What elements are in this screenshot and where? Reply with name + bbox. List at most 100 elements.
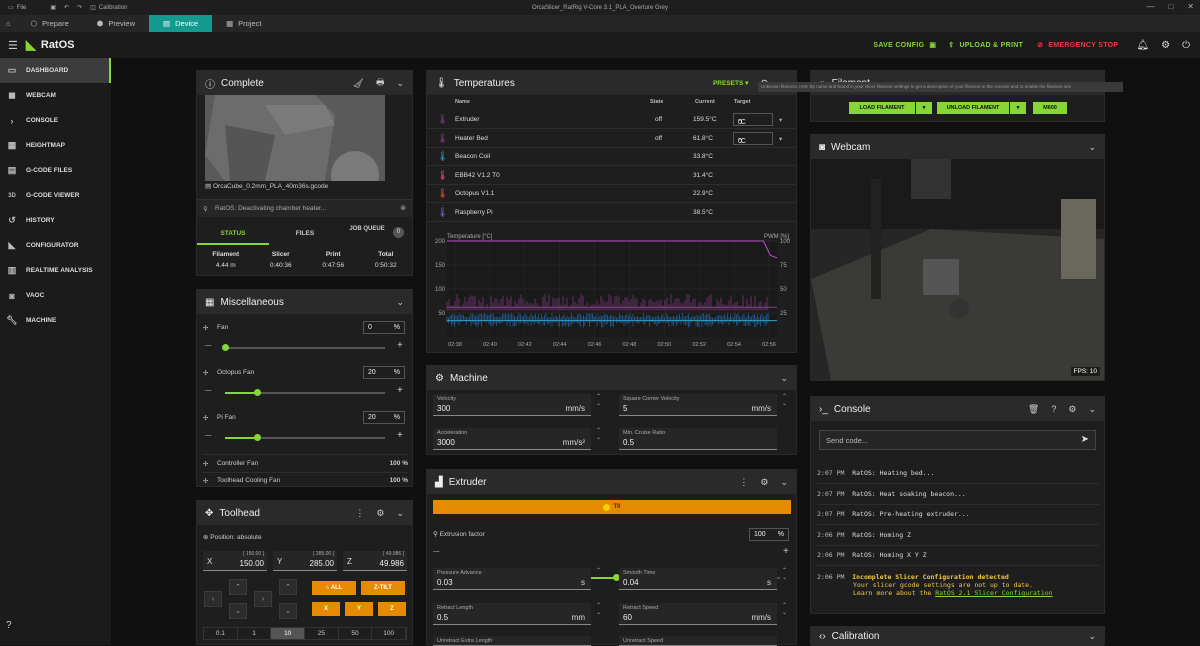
- step-size-option[interactable]: 10: [271, 628, 305, 639]
- rs-stepper[interactable]: ⌃ ⌄: [782, 603, 787, 617]
- step-size-option[interactable]: 100: [372, 628, 406, 639]
- upload-print-button[interactable]: ⇪ UPLOAD & PRINT: [948, 41, 1023, 49]
- step-size-option[interactable]: 0.1: [204, 628, 238, 639]
- chevron-down-icon[interactable]: ⌄: [780, 373, 788, 384]
- emergency-stop-button[interactable]: ⊘ EMERGENCY STOP: [1037, 41, 1118, 49]
- home-z-button[interactable]: Z: [378, 602, 406, 616]
- fan-value-input[interactable]: 20%: [363, 411, 405, 424]
- chevron-down-icon[interactable]: ⌄: [780, 477, 788, 488]
- maximize-icon[interactable]: □: [1168, 2, 1173, 11]
- step-size-option[interactable]: 50: [339, 628, 373, 639]
- chevron-down-icon[interactable]: ⌄: [396, 508, 404, 519]
- extrusion-factor-input[interactable]: 100%: [749, 528, 789, 541]
- trash-icon[interactable]: 🗑︎: [1028, 404, 1039, 415]
- presets-button[interactable]: PRESETS ▾: [713, 79, 748, 87]
- close-icon[interactable]: ✕: [1187, 2, 1194, 11]
- save-config-button[interactable]: SAVE CONFIG ▣: [873, 41, 936, 49]
- settings-icon[interactable]: ⚙: [760, 477, 768, 488]
- tab-device[interactable]: ▤ Device: [149, 15, 212, 32]
- more-vert-icon[interactable]: ⋮: [739, 477, 748, 488]
- jog-x-right-button[interactable]: ›: [254, 591, 272, 607]
- sidebar-item-dashboard[interactable]: ▭ DASHBOARD: [0, 58, 111, 83]
- retract-speed-field[interactable]: Retract Speed 60 mm/s: [619, 603, 777, 625]
- jog-y-down-button[interactable]: ⌄: [229, 603, 247, 619]
- printer-icon[interactable]: 🖶: [376, 75, 385, 91]
- dismiss-icon[interactable]: ⊗: [400, 204, 406, 212]
- tab-project[interactable]: ▦ Project: [212, 15, 275, 32]
- sidebar-item-heightmap[interactable]: ▦ HEIGHTMAP: [0, 133, 111, 158]
- smooth-time-field[interactable]: Smooth Time 0.04 s: [619, 568, 777, 590]
- tab-job-queue[interactable]: JOB QUEUE: [347, 223, 387, 245]
- fan-value-input[interactable]: 0%: [363, 321, 405, 334]
- home-icon[interactable]: ⌂: [0, 15, 17, 32]
- sidebar-item-gcode-files[interactable]: ▤ G-CODE FILES: [0, 158, 111, 183]
- step-size-option[interactable]: 25: [305, 628, 339, 639]
- settings-icon[interactable]: ⚙: [376, 508, 384, 519]
- fan-slider[interactable]: [225, 347, 385, 349]
- chevron-down-icon[interactable]: ⌄: [396, 78, 404, 89]
- chevron-down-icon[interactable]: ⌄: [1088, 631, 1096, 642]
- caret-down-icon[interactable]: ▾: [779, 116, 782, 124]
- undo-icon[interactable]: ↶: [64, 4, 69, 11]
- slicer-config-link[interactable]: RatOS 2.1 Slicer Configuration: [935, 589, 1052, 597]
- unload-filament-button[interactable]: UNLOAD FILAMENT: [937, 102, 1009, 114]
- tool-t0-button[interactable]: T0: [433, 500, 791, 514]
- st-stepper[interactable]: ⌃ ⌄: [782, 568, 787, 582]
- min-cruise-ratio-field[interactable]: Min. Cruise Ratio 0.5: [619, 428, 777, 450]
- ztilt-button[interactable]: Z-TILT: [361, 581, 405, 595]
- acceleration-field[interactable]: Acceleration 3000 mm/s²: [433, 428, 591, 450]
- scv-stepper[interactable]: ⌃ ⌄: [782, 394, 787, 408]
- pressure-advance-field[interactable]: Pressure Advance 0.03 s: [433, 568, 591, 590]
- fan-value-input[interactable]: 20%: [363, 366, 405, 379]
- target-temp-input[interactable]: 0 °C: [733, 113, 773, 126]
- more-vert-icon[interactable]: ⋮: [355, 508, 364, 519]
- velocity-stepper[interactable]: ⌃ ⌄: [596, 394, 601, 408]
- settings-icon[interactable]: ⚙: [1161, 40, 1170, 51]
- pa-stepper[interactable]: ⌃ ⌄: [596, 568, 601, 582]
- position-y-field[interactable]: Y[ 285.00 ] 285.00: [273, 551, 337, 571]
- increase-icon[interactable]: +: [397, 430, 403, 441]
- file-menu[interactable]: ▭ File: [8, 4, 26, 11]
- tab-files[interactable]: FILES: [269, 223, 341, 245]
- redo-icon[interactable]: ↷: [77, 4, 82, 11]
- help-icon[interactable]: ?: [6, 620, 12, 631]
- retract-length-field[interactable]: Retract Length 0.5 mm: [433, 603, 591, 625]
- increase-icon[interactable]: +: [783, 546, 789, 557]
- menu-icon[interactable]: ☰: [8, 39, 18, 52]
- position-z-field[interactable]: Z[ 49.986 ] 49.986: [343, 551, 407, 571]
- console-input[interactable]: Send code... ➤: [819, 430, 1096, 450]
- help-icon[interactable]: ?: [1051, 404, 1056, 414]
- send-icon[interactable]: ➤: [1081, 434, 1089, 445]
- jog-y-up-button[interactable]: ⌃: [229, 579, 247, 595]
- increase-icon[interactable]: +: [397, 385, 403, 396]
- acceleration-stepper[interactable]: ⌃ ⌄: [596, 428, 601, 442]
- chevron-down-icon[interactable]: ⌄: [1088, 142, 1096, 153]
- sidebar-item-gcode-viewer[interactable]: 3D G-CODE VIEWER: [0, 183, 111, 208]
- unload-filament-menu[interactable]: ▾: [1010, 102, 1026, 114]
- decrease-icon[interactable]: —: [205, 432, 212, 439]
- position-x-field[interactable]: X[ 150.00 ] 150.00: [203, 551, 267, 571]
- power-icon[interactable]: ⏻: [1182, 40, 1190, 51]
- chevron-down-icon[interactable]: ⌄: [1088, 404, 1096, 415]
- bell-icon[interactable]: 🔔︎: [1136, 40, 1149, 51]
- save-icon[interactable]: ▣: [50, 4, 56, 11]
- sidebar-item-history[interactable]: ↺ HISTORY: [0, 208, 111, 233]
- minimize-icon[interactable]: —: [1146, 2, 1154, 11]
- home-x-button[interactable]: X: [312, 602, 340, 616]
- home-all-button[interactable]: ⌂ ALL: [312, 581, 356, 595]
- sidebar-item-realtime-analysis[interactable]: ▥ REALTIME ANALYSIS: [0, 258, 111, 283]
- increase-icon[interactable]: +: [397, 340, 403, 351]
- target-temp-input[interactable]: 0 °C: [733, 132, 773, 145]
- jog-z-down-button[interactable]: ⌄: [279, 603, 297, 619]
- sidebar-item-console[interactable]: › CONSOLE: [0, 108, 111, 133]
- rl-stepper[interactable]: ⌃ ⌄: [596, 603, 601, 617]
- calibration-menu[interactable]: ◫ Calibration: [90, 4, 127, 11]
- caret-down-icon[interactable]: ▾: [779, 135, 782, 143]
- square-corner-velocity-field[interactable]: Square Corner Velocity 5 mm/s: [619, 394, 777, 416]
- m600-button[interactable]: M600: [1033, 102, 1067, 114]
- sidebar-item-configurator[interactable]: ◣ CONFIGURATOR: [0, 233, 111, 258]
- load-filament-button[interactable]: LOAD FILAMENT: [849, 102, 915, 114]
- jog-x-left-button[interactable]: ‹: [204, 591, 222, 607]
- sidebar-item-machine[interactable]: 🔧︎ MACHINE: [0, 308, 111, 333]
- tab-status[interactable]: STATUS: [197, 223, 269, 245]
